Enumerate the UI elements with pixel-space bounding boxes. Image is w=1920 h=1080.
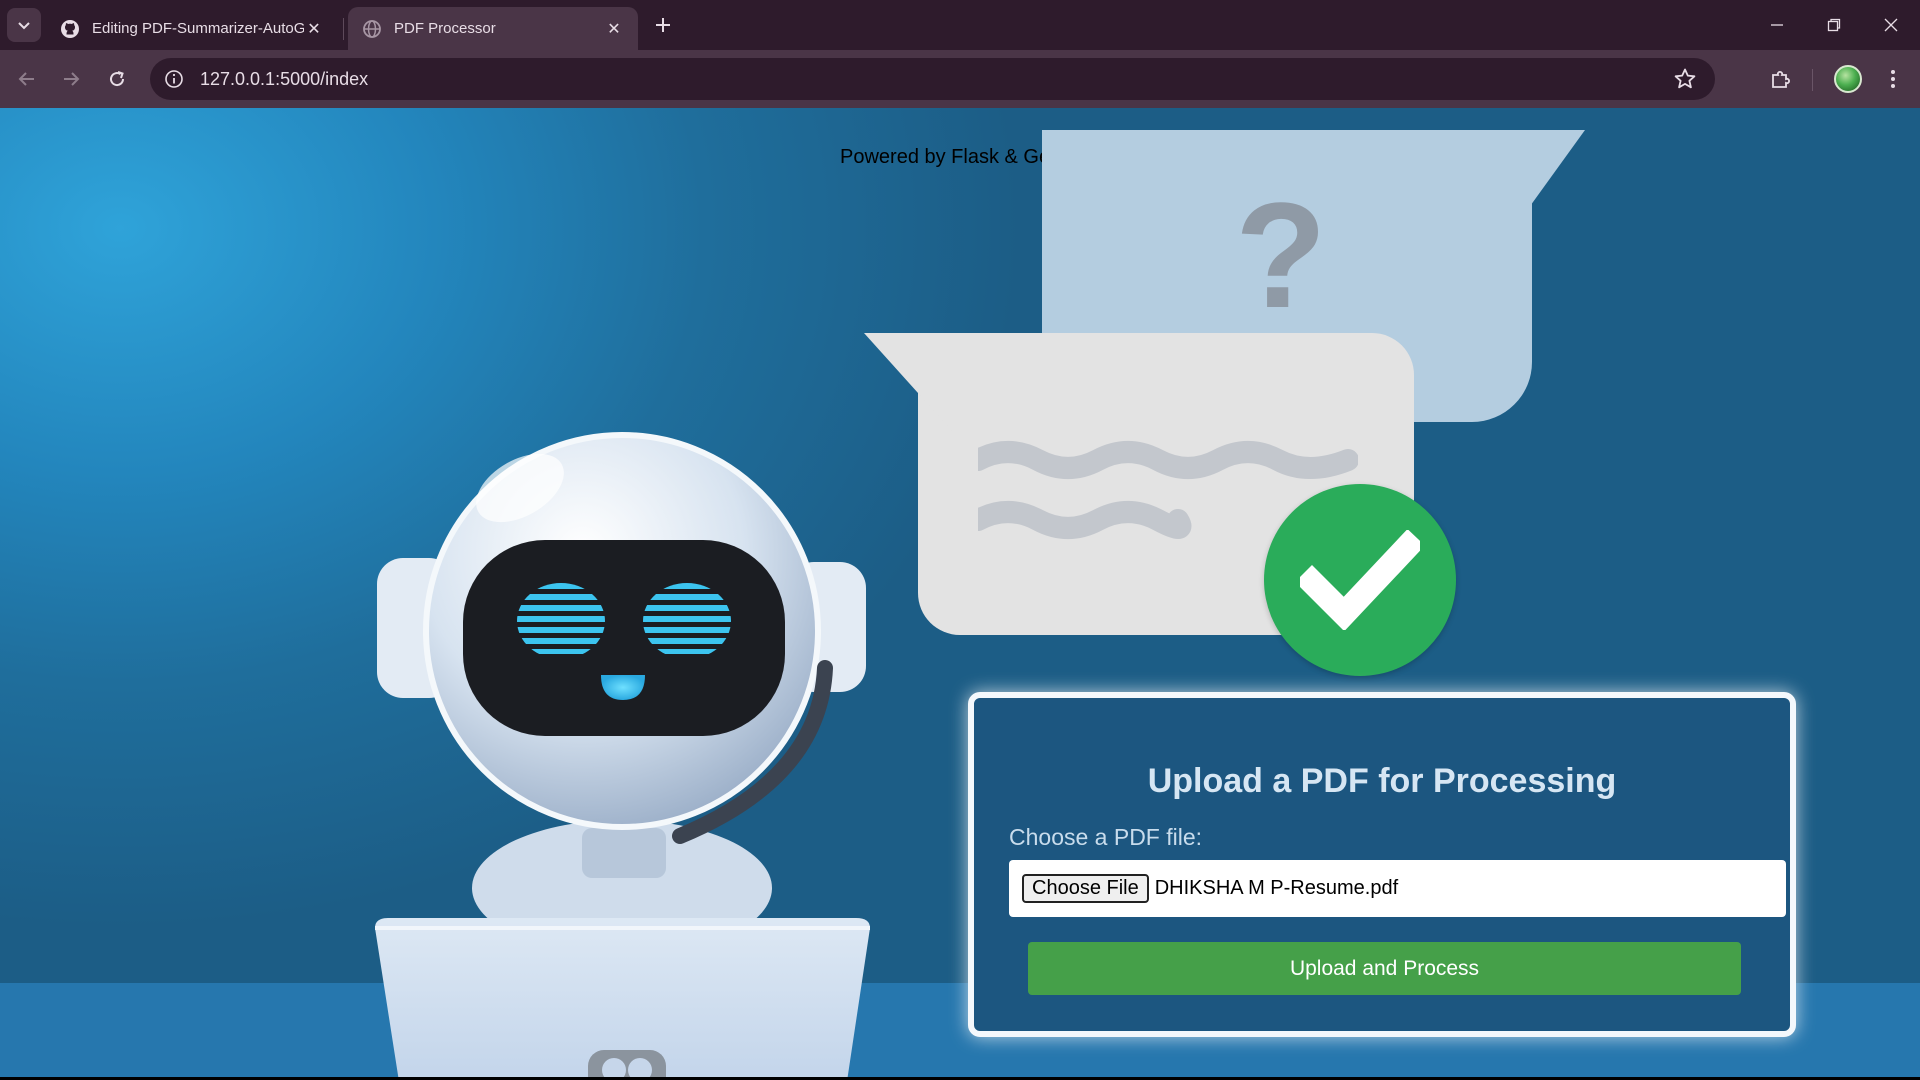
restore-icon — [1827, 18, 1841, 32]
menu-button[interactable] — [1880, 66, 1906, 92]
question-mark: ? — [1235, 171, 1327, 339]
upload-and-process-button[interactable]: Upload and Process — [1028, 942, 1741, 995]
toolbar-divider — [1812, 69, 1813, 91]
puzzle-icon — [1772, 71, 1790, 88]
question-bubble-tail — [1520, 130, 1585, 220]
close-icon — [1884, 18, 1898, 32]
file-input[interactable]: Choose File DHIKSHA M P-Resume.pdf — [1009, 860, 1786, 917]
restore-button[interactable] — [1805, 0, 1863, 50]
plus-icon — [656, 18, 670, 32]
arrow-left-icon — [18, 72, 34, 86]
reload-button[interactable] — [99, 61, 135, 97]
tab-separator — [343, 18, 344, 40]
chevron-down-icon — [18, 22, 30, 30]
new-tab-button[interactable] — [650, 12, 676, 38]
extensions-button[interactable] — [1768, 66, 1794, 92]
tab-editing-github[interactable]: Editing PDF-Summarizer-AutoG ✕ — [46, 7, 338, 50]
upload-heading: Upload a PDF for Processing — [1147, 762, 1617, 800]
close-icon[interactable]: ✕ — [604, 19, 624, 39]
github-icon — [61, 19, 79, 38]
tab-pdf-processor[interactable]: PDF Processor ✕ — [348, 7, 638, 50]
arrow-right-icon — [64, 72, 80, 86]
minimize-button[interactable] — [1748, 0, 1806, 50]
minimize-icon — [1771, 24, 1783, 26]
tab-search-button[interactable] — [7, 8, 41, 42]
address-bar[interactable]: 127.0.0.1:5000/index — [150, 58, 1715, 100]
selected-file-name: DHIKSHA M P-Resume.pdf — [1154, 877, 1399, 899]
globe-icon — [363, 19, 381, 38]
site-info-icon[interactable] — [162, 67, 186, 91]
url-text[interactable]: 127.0.0.1:5000/index — [200, 69, 368, 90]
reload-icon — [110, 71, 125, 87]
close-icon[interactable]: ✕ — [304, 19, 324, 39]
browser-toolbar: 127.0.0.1:5000/index — [0, 50, 1920, 108]
browser-tab-bar: Editing PDF-Summarizer-AutoG ✕ PDF Proce… — [0, 0, 1920, 50]
profile-avatar[interactable] — [1834, 65, 1862, 93]
kebab-menu-icon — [1891, 70, 1895, 88]
close-window-button[interactable] — [1862, 0, 1920, 50]
bookmark-star-icon[interactable] — [1673, 67, 1697, 91]
back-button[interactable] — [9, 61, 45, 97]
tab-title: Editing PDF-Summarizer-AutoG — [92, 20, 304, 37]
file-label: Choose a PDF file: — [1009, 824, 1203, 850]
tab-title: PDF Processor — [394, 20, 496, 37]
choose-file-button[interactable]: Choose File — [1022, 874, 1149, 903]
page-viewport: Powered by Flask & GenAI ? Upload a PDF … — [0, 108, 1920, 1077]
upload-panel: Upload a PDF for Processing Choose a PDF… — [968, 692, 1796, 1037]
forward-button[interactable] — [53, 61, 89, 97]
checkmark-icon — [1300, 530, 1420, 630]
success-check-badge — [1264, 484, 1456, 676]
robot-illustration — [375, 432, 870, 1077]
